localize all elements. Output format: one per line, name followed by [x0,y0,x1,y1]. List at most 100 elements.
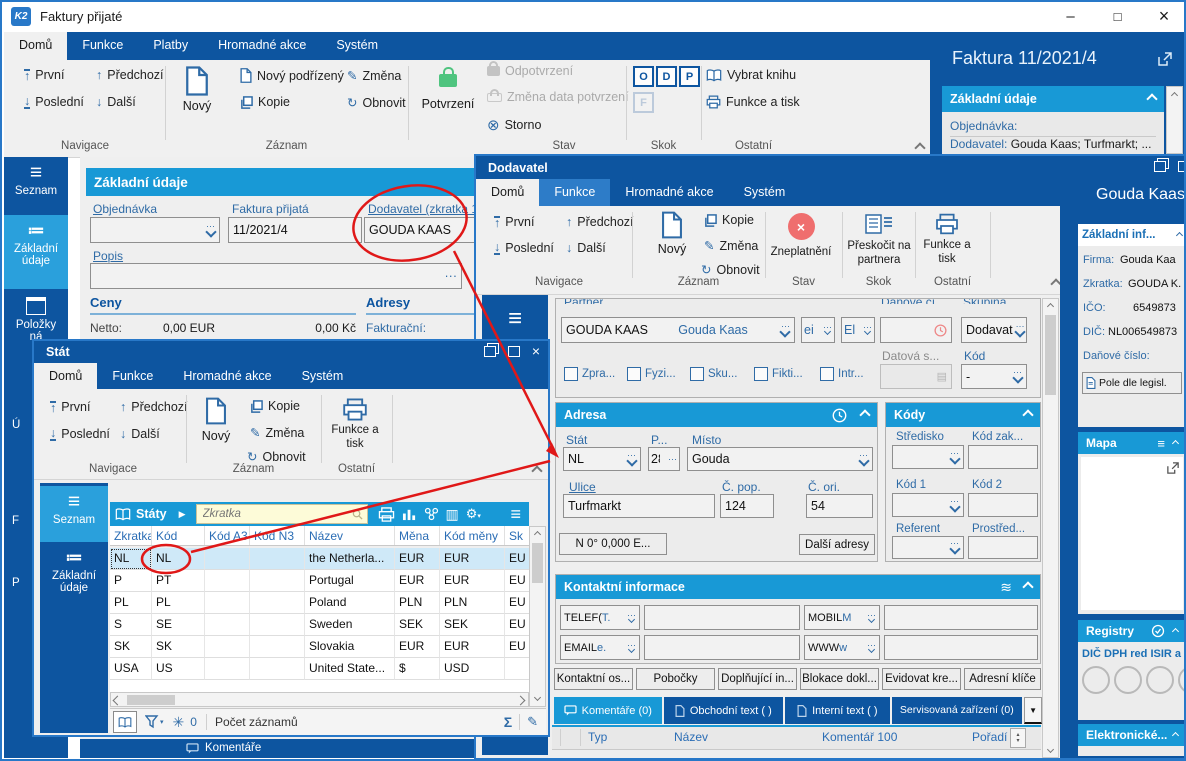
book-view-button[interactable] [113,711,137,733]
tab-funkce[interactable]: Funkce [97,363,168,389]
spinner-control[interactable]: ▴▾ [1010,728,1026,748]
bottom-tab-komentare[interactable]: Komentáře [205,742,261,754]
change-confirm-date-button[interactable]: Změna data potvrzení [487,90,629,104]
jump-f-button[interactable]: F [633,92,654,113]
settings-gear-icon[interactable]: ⚙▾ [466,506,481,522]
telefon-type-field[interactable]: TELEF(T. [560,605,640,630]
skupina-field[interactable]: Dodavat [961,317,1027,343]
evidovat-button[interactable]: Evidovat kre... [882,668,961,690]
doplnujici-button[interactable]: Doplňující in... [718,668,797,690]
first-button[interactable]: ↑První [50,400,90,414]
misto-field[interactable]: Gouda [687,447,873,471]
databox-field[interactable]: ▤ [880,364,952,389]
jump-partner-button[interactable]: Přeskočit na partnera [840,214,918,268]
jump-d-button[interactable]: D [656,66,677,87]
storno-button[interactable]: ⊗Storno [487,116,541,134]
more-dots-button[interactable]: ··· [445,269,458,283]
kod-zakazky-field[interactable] [968,445,1038,469]
invalidate-button[interactable]: × Zneplatnění [763,213,839,258]
history-clock-icon[interactable] [832,408,847,423]
relations-icon[interactable] [424,507,439,521]
select-book-button[interactable]: Vybrat knihu [706,68,796,82]
new-button[interactable]: Nový [648,211,696,256]
kod1-field[interactable] [892,493,964,517]
table-row[interactable]: NLNLthe Netherla...EUREUREU [110,548,529,570]
book-menu-icon[interactable]: ▶ [179,509,186,520]
change-button[interactable]: ✎Změna [250,425,304,440]
stat-titlebar[interactable]: Stát × [34,341,548,363]
tab-hromadne-akce[interactable]: Hromadné akce [168,363,286,389]
ulice-field[interactable]: Turfmarkt [563,494,715,518]
small-field-1[interactable]: ei [801,317,835,343]
faktura-field[interactable]: 11/2021/4 [228,217,362,243]
collapse-icon[interactable] [1172,627,1179,634]
checkbox-sklad[interactable]: Sku... [690,367,737,381]
sidebar-item-zakladni-udaje[interactable]: ≔Základní údaje [40,542,108,614]
www-type-field[interactable]: WWWw [804,635,880,660]
grid-vscrollbar[interactable] [529,526,546,707]
first-button[interactable]: ↑První [494,215,534,229]
dalsi-adresy-button[interactable]: Další adresy [799,534,875,555]
tab-platby[interactable]: Platby [138,32,203,60]
maximize-button[interactable]: □ [1095,2,1140,31]
collapse-icon[interactable] [1172,731,1179,738]
checkbox-fiktivni[interactable]: Fikti... [754,367,803,381]
tab-funkce[interactable]: Funkce [539,179,610,206]
tab-hromadne-akce[interactable]: Hromadné akce [610,179,728,206]
checkbox-intrastat[interactable]: Intr... [820,367,864,381]
form-scrollbar[interactable] [1042,298,1059,758]
tab-system[interactable]: Systém [729,179,801,206]
tab-domu[interactable]: Domů [34,363,97,389]
copy-button[interactable]: Kopie [704,213,754,227]
sidebar-item-seznam[interactable]: ≡Seznam [4,157,68,215]
table-row[interactable]: SSESwedenSEKSEKEU [110,614,529,636]
tab-hromadne-akce[interactable]: Hromadné akce [203,32,321,60]
prostredi-field[interactable] [968,536,1038,559]
change-button[interactable]: ✎Změna [704,238,758,253]
cpop-field[interactable]: 124 [720,494,774,518]
maximize-icon[interactable] [508,346,520,357]
tab-system[interactable]: Systém [321,32,393,60]
unconfirm-button[interactable]: Odpotvrzení [487,64,573,78]
col-komentar[interactable]: Komentář 100 [822,730,897,744]
prev-button[interactable]: ↑Předchozí [120,400,188,414]
new-sub-button[interactable]: Nový podřízený [240,68,344,83]
psc-field[interactable]: 28··· [648,447,680,471]
search-input[interactable] [201,507,335,521]
kod2-field[interactable] [968,493,1038,517]
menu-icon[interactable]: ≡ [1157,436,1165,451]
copy-button[interactable]: Kopie [250,399,300,413]
jump-p-button[interactable]: P [679,66,700,87]
first-button[interactable]: ↑První [24,68,64,82]
copy-button[interactable]: Kopie [240,95,290,109]
psc-dots-button[interactable]: ··· [668,454,677,464]
partner-field[interactable]: GOUDA KAASGouda Kaas [561,317,795,343]
cori-field[interactable]: 54 [806,494,873,518]
last-button[interactable]: ↓Poslední [50,427,110,441]
gps-button[interactable]: N 0° 0,000 E... [559,533,667,555]
blokace-button[interactable]: Blokace dokl... [800,668,879,690]
grid-menu-icon[interactable]: ≡ [510,506,521,522]
sum-icon[interactable]: Σ [504,714,512,730]
sidebar-item-seznam[interactable]: ≡Seznam [40,486,108,542]
tax-date-field[interactable] [880,317,952,343]
sidebar-item-zakladni-udaje[interactable]: ≔Základní údaje [4,215,68,289]
filter-dropdown-icon[interactable]: ▾ [160,718,164,726]
table-row[interactable]: USAUSUnited State...$USD [110,658,529,680]
next-button[interactable]: ↓Další [96,95,136,109]
last-button[interactable]: ↓Poslední [494,241,554,255]
referent-field[interactable] [892,536,964,559]
dodavatel-titlebar[interactable]: Dodavatel [476,156,1186,179]
chart-icon[interactable] [402,507,417,521]
collapse-icon[interactable] [1146,93,1157,104]
check-circle-icon[interactable] [1151,624,1165,638]
refresh-button[interactable]: ↻Obnovit [247,449,306,464]
jump-o-button[interactable]: O [633,66,654,87]
objednavka-field[interactable] [90,217,220,243]
col-typ[interactable]: Typ [588,730,607,744]
mobil-type-field[interactable]: MOBILM [804,605,880,630]
tab-funkce[interactable]: Funkce [67,32,138,60]
tab-obchodni-text[interactable]: Obchodní text ( ) [664,697,784,724]
table-row[interactable]: SKSKSlovakiaEUREUREU [110,636,529,658]
prev-button[interactable]: ↑Předchozí [96,68,164,82]
